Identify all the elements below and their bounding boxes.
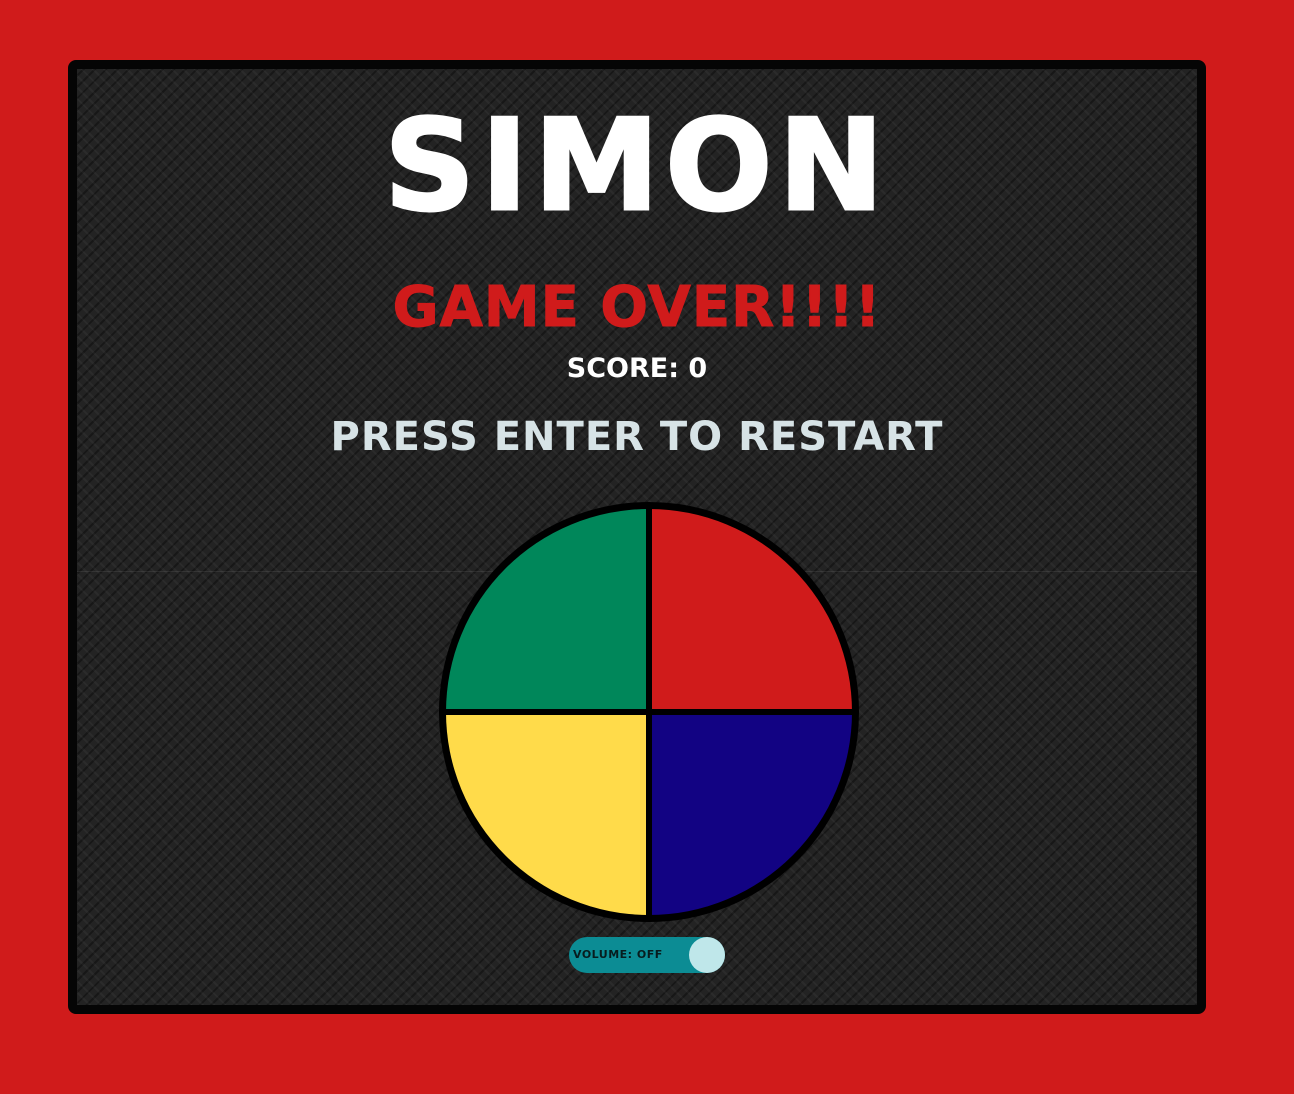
game-board: SIMON GAME OVER!!!! SCORE: 0 PRESS ENTER… <box>68 60 1206 1014</box>
game-title: SIMON <box>383 91 890 241</box>
green-pad[interactable] <box>446 509 646 709</box>
red-pad[interactable] <box>652 509 852 709</box>
simon-wheel <box>439 502 859 922</box>
score-display: SCORE: 0 <box>566 353 708 384</box>
volume-toggle[interactable]: VOLUME: OFF <box>569 937 725 973</box>
yellow-pad[interactable] <box>446 715 646 915</box>
blue-pad[interactable] <box>652 715 852 915</box>
volume-label: VOLUME: OFF <box>573 948 663 961</box>
volume-knob[interactable] <box>689 937 725 973</box>
game-status: GAME OVER!!!! <box>392 275 882 341</box>
restart-prompt: PRESS ENTER TO RESTART <box>330 414 944 460</box>
